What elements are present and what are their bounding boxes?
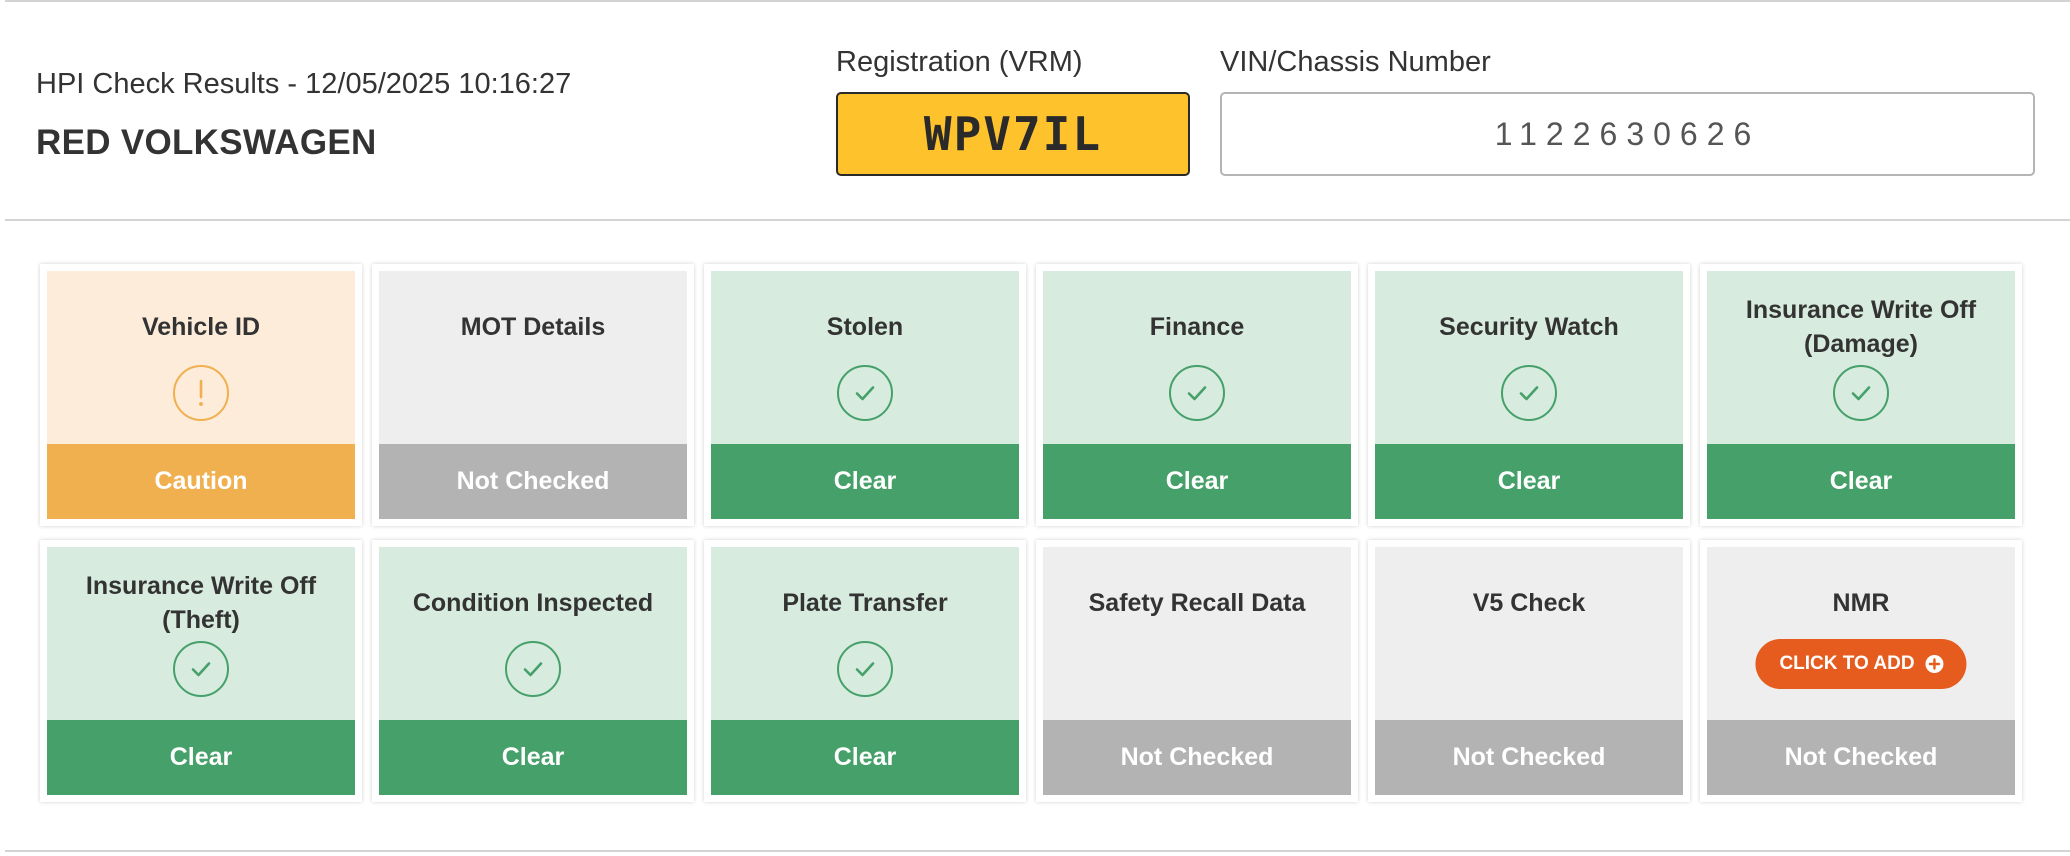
check-card-vehicle-id: Vehicle ID Caution [40,264,362,526]
plus-circle-icon [1925,654,1945,674]
check-icon [1833,365,1889,421]
check-title: Safety Recall Data [1088,589,1306,617]
check-card-stolen: Stolen Clear [704,264,1026,526]
check-icon [505,641,561,697]
check-results-grid: Vehicle ID Caution MOT Details Not Check… [40,264,2024,802]
vin-label: VIN/Chassis Number [1220,46,1491,78]
header-divider [5,219,2070,221]
check-card-body: Vehicle ID Caution [47,271,355,519]
check-title: MOT Details [460,313,606,341]
check-title: Vehicle ID [141,313,261,341]
check-card-top: Security Watch [1375,271,1683,444]
check-card-top: Safety Recall Data [1043,547,1351,720]
check-card-finance: Finance Clear [1036,264,1358,526]
check-card-body: V5 Check Not Checked [1375,547,1683,795]
check-status: Clear [1043,444,1351,519]
check-results-date: HPI Check Results - 12/05/2025 10:16:27 [36,68,572,100]
check-card-body: Security Watch Clear [1375,271,1683,519]
check-card-security-watch: Security Watch Clear [1368,264,1690,526]
check-icon [1501,365,1557,421]
check-card-body: NMR CLICK TO ADD Not Checked [1707,547,2015,795]
check-status: Caution [47,444,355,519]
check-card-body: Stolen Clear [711,271,1019,519]
check-icon [1169,365,1225,421]
check-status: Clear [711,720,1019,795]
bottom-divider [5,850,2070,852]
check-title: Plate Transfer [782,589,948,617]
check-card-body: Insurance Write Off (Damage) Clear [1707,271,2015,519]
top-divider [5,0,2070,2]
registration-label: Registration (VRM) [836,46,1083,78]
check-card-plate-transfer: Plate Transfer Clear [704,540,1026,802]
check-title: NMR [1832,589,1890,617]
check-title: Condition Inspected [412,589,654,617]
check-card-top: MOT Details [379,271,687,444]
check-title: Security Watch [1439,313,1619,341]
check-card-insurance-write-off-damage: Insurance Write Off (Damage) Clear [1700,264,2022,526]
vin-field: 1122630626 [1220,92,2035,176]
check-icon [837,365,893,421]
check-card-body: Plate Transfer Clear [711,547,1019,795]
check-card-body: Insurance Write Off (Theft) Clear [47,547,355,795]
check-status: Clear [379,720,687,795]
check-card-mot-details: MOT Details Not Checked [372,264,694,526]
check-icon [173,641,229,697]
check-card-top: Condition Inspected [379,547,687,720]
check-card-condition-inspected: Condition Inspected Clear [372,540,694,802]
check-card-insurance-write-off-theft: Insurance Write Off (Theft) Clear [40,540,362,802]
check-card-top: NMR CLICK TO ADD [1707,547,2015,720]
exclamation-icon [173,365,229,421]
check-card-top: V5 Check [1375,547,1683,720]
check-card-safety-recall-data: Safety Recall Data Not Checked [1036,540,1358,802]
check-icon [837,641,893,697]
check-card-body: Finance Clear [1043,271,1351,519]
check-status: Not Checked [1707,720,2015,795]
check-title: Insurance Write Off (Theft) [85,572,317,634]
check-status: Clear [47,720,355,795]
check-card-top: Insurance Write Off (Damage) [1707,271,2015,444]
check-status: Clear [1707,444,2015,519]
check-status: Not Checked [379,444,687,519]
check-title: V5 Check [1472,589,1586,617]
check-title: Insurance Write Off (Damage) [1745,296,1977,358]
check-card-top: Stolen [711,271,1019,444]
check-card-top: Finance [1043,271,1351,444]
check-title: Stolen [826,313,904,341]
check-card-body: MOT Details Not Checked [379,271,687,519]
check-status: Clear [1375,444,1683,519]
check-status: Not Checked [1043,720,1351,795]
click-to-add-button[interactable]: CLICK TO ADD [1755,639,1967,689]
check-card-top: Plate Transfer [711,547,1019,720]
check-card-top: Insurance Write Off (Theft) [47,547,355,720]
check-status: Not Checked [1375,720,1683,795]
check-card-body: Condition Inspected Clear [379,547,687,795]
click-to-add-label: CLICK TO ADD [1779,653,1915,674]
check-card-v5-check: V5 Check Not Checked [1368,540,1690,802]
vehicle-title: RED VOLKSWAGEN [36,123,377,162]
registration-plate: WPV7IL [836,92,1190,176]
check-card-nmr: NMR CLICK TO ADD Not Checked [1700,540,2022,802]
check-title: Finance [1149,313,1245,341]
check-status: Clear [711,444,1019,519]
check-card-body: Safety Recall Data Not Checked [1043,547,1351,795]
check-card-top: Vehicle ID [47,271,355,444]
